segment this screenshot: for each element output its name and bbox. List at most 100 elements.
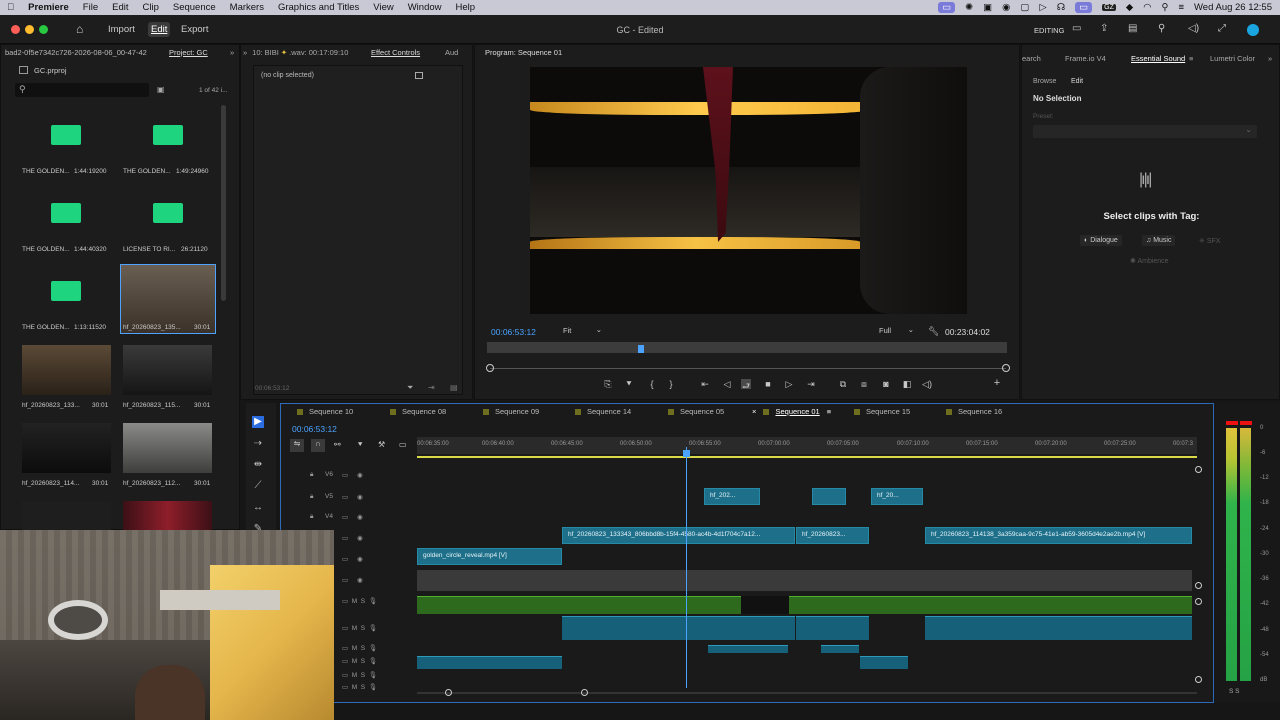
gz-badge[interactable]: GZ <box>1102 4 1116 11</box>
filter-icon[interactable]: ⏷ <box>407 383 413 393</box>
video-clip[interactable]: hf_20... <box>871 488 923 505</box>
nest-toggle-icon[interactable]: ⇋ <box>290 439 304 452</box>
timeline-playhead[interactable] <box>686 447 687 688</box>
panel-overflow-icon[interactable]: » <box>230 45 234 59</box>
audio-clip[interactable] <box>708 645 788 653</box>
panel-icon[interactable]: ▤ <box>1128 23 1137 34</box>
mini-timeline[interactable] <box>487 342 1007 353</box>
audio-track-controls[interactable]: ▭ M S 🎙︎ <box>342 657 377 665</box>
audio-monitor-icon[interactable]: ◁) <box>922 379 932 389</box>
effects-panel-toggle-icon[interactable] <box>415 72 423 79</box>
sequence-tab[interactable]: Sequence 05 <box>668 407 724 416</box>
menu-window[interactable]: Window <box>401 2 449 13</box>
fit-dropdown[interactable]: Fit ⌄ <box>559 324 605 338</box>
menu-sequence[interactable]: Sequence <box>166 2 223 13</box>
share-icon[interactable]: ⇪ <box>1100 23 1108 34</box>
horizontal-scrollbar[interactable] <box>417 692 1197 694</box>
sequence-tab[interactable]: Sequence 15 <box>854 407 910 416</box>
audio-track-controls[interactable]: ▭ M S 🎙︎ <box>342 644 377 652</box>
menu-icon[interactable]: ≡ <box>827 407 831 416</box>
work-area-bar[interactable] <box>417 456 1197 458</box>
audio-clip[interactable] <box>417 596 741 614</box>
video-clip-thumb[interactable] <box>123 423 212 473</box>
control-center-icon[interactable]: ≡ <box>1178 2 1184 13</box>
stop-icon[interactable]: ■ <box>763 379 773 389</box>
sync-icon[interactable]: ▭ <box>342 576 348 584</box>
audio-clip[interactable] <box>417 656 562 669</box>
menu-help[interactable]: Help <box>449 2 483 13</box>
audio-clip[interactable] <box>860 656 908 669</box>
audio-clip[interactable] <box>796 616 869 640</box>
zoom-handle-left[interactable] <box>486 364 494 372</box>
panel-overflow-icon[interactable]: » <box>1268 51 1272 65</box>
export-frame-icon[interactable]: ⇥ <box>428 383 435 392</box>
sequence-tab[interactable]: Sequence 09 <box>483 407 539 416</box>
vertical-scroll-handle[interactable] <box>1195 466 1202 473</box>
menu-edit[interactable]: Edit <box>105 2 135 13</box>
subtab-edit[interactable]: Edit <box>1071 78 1083 85</box>
audio-clip-thumb[interactable] <box>153 203 183 223</box>
menu-graphics[interactable]: Graphics and Titles <box>271 2 366 13</box>
tab-lumetri[interactable]: Lumetri Color <box>1210 51 1255 65</box>
vertical-scroll-handle[interactable] <box>1195 582 1202 589</box>
add-marker-icon[interactable]: ⯆ <box>624 379 634 389</box>
track-select-tool-icon[interactable]: ⇢ <box>252 438 264 450</box>
playhead-handle[interactable] <box>683 450 690 457</box>
video-clip-thumb[interactable] <box>22 423 111 473</box>
zoom-handle-right[interactable] <box>1002 364 1010 372</box>
audio-clip[interactable] <box>562 616 795 640</box>
chrome-icon[interactable]: ◉ <box>1002 2 1010 13</box>
tab-search[interactable]: earch <box>1022 51 1041 65</box>
add-marker-icon[interactable]: ⯆ <box>357 440 363 450</box>
record-icon[interactable]: ▢ <box>1020 2 1029 13</box>
video-clip-thumb[interactable] <box>123 501 212 531</box>
sequence-tab[interactable]: Sequence 14 <box>575 407 631 416</box>
audio-clip-thumb[interactable] <box>51 203 81 223</box>
audio-track-controls[interactable]: ▭ M S 🎙︎ <box>342 683 377 691</box>
settings-icon[interactable]: ▤ <box>450 383 458 392</box>
video-clip[interactable]: hf_20260823_133343_806bbd8b-15f4-4580-ac… <box>562 527 795 544</box>
tag-sfx-button[interactable]: ✳ SFX <box>1195 235 1224 247</box>
video-clip-thumb[interactable] <box>22 345 111 395</box>
play-icon[interactable]: ▷ <box>1039 2 1046 13</box>
message-icon[interactable]: ▣ <box>983 2 992 13</box>
apple-icon[interactable]:  <box>0 2 21 13</box>
video-clip[interactable] <box>812 488 846 505</box>
mark-out-icon[interactable]: } <box>666 379 676 389</box>
snap-toggle-icon[interactable]: ∩ <box>311 439 325 452</box>
source-detail[interactable]: .wav: 00:17:09:10 <box>289 48 348 57</box>
layout-icon[interactable]: ▭ <box>1072 23 1081 34</box>
playhead-marker[interactable] <box>638 345 644 353</box>
fullscreen-icon[interactable]: ⤢ <box>1218 23 1226 34</box>
razor-tool-icon[interactable]: ⟋ <box>252 480 264 492</box>
timeline-timecode[interactable]: 00:06:53:12 <box>292 424 337 434</box>
new-bin-icon[interactable]: ▣ <box>157 85 165 94</box>
mark-in-icon[interactable]: { <box>647 379 657 389</box>
vertical-scroll-handle[interactable] <box>1195 598 1202 605</box>
meter-solo-buttons[interactable]: S S <box>1229 688 1239 695</box>
search-app-icon[interactable]: ⚲ <box>1158 23 1165 34</box>
preset-dropdown[interactable]: ⌄ <box>1033 125 1257 138</box>
slip-tool-icon[interactable]: ↔ <box>252 502 264 514</box>
tab-frameio[interactable]: Frame.io V4 <box>1065 51 1106 65</box>
tag-music-button[interactable]: ♫ Music <box>1142 235 1176 246</box>
headphones-icon[interactable]: ☊ <box>1057 2 1065 13</box>
eye-icon[interactable]: ◉ <box>357 576 363 584</box>
go-to-out-icon[interactable]: ⇥ <box>806 379 816 389</box>
video-clip[interactable]: hf_20260823_114138_3a359caa-9c75-41e1-ab… <box>925 527 1192 544</box>
menu-view[interactable]: View <box>366 2 400 13</box>
wrench-icon[interactable]: 🔧︎ <box>928 326 939 337</box>
overflow-icon[interactable]: » <box>243 48 247 57</box>
audio-mixer-tab[interactable]: Aud <box>445 45 458 59</box>
wifi-icon[interactable]: ◠ <box>1143 2 1151 13</box>
workspace-label[interactable]: EDITING <box>1034 26 1064 35</box>
audio-track-controls[interactable]: ▭ M S 🎙︎ <box>342 671 377 679</box>
sequence-tab[interactable]: Sequence 16 <box>946 407 1002 416</box>
audio-clip[interactable] <box>789 596 1192 614</box>
audio-clip-thumb[interactable] <box>51 281 81 301</box>
step-back-icon[interactable]: ◁ <box>722 379 732 389</box>
sync-icon[interactable]: ▭ <box>342 471 348 479</box>
lock-icon[interactable]: 🔒︎ <box>310 471 313 479</box>
loop-icon[interactable]: ⮐ <box>741 379 751 391</box>
project-search-input[interactable]: ⚲ <box>15 83 149 97</box>
